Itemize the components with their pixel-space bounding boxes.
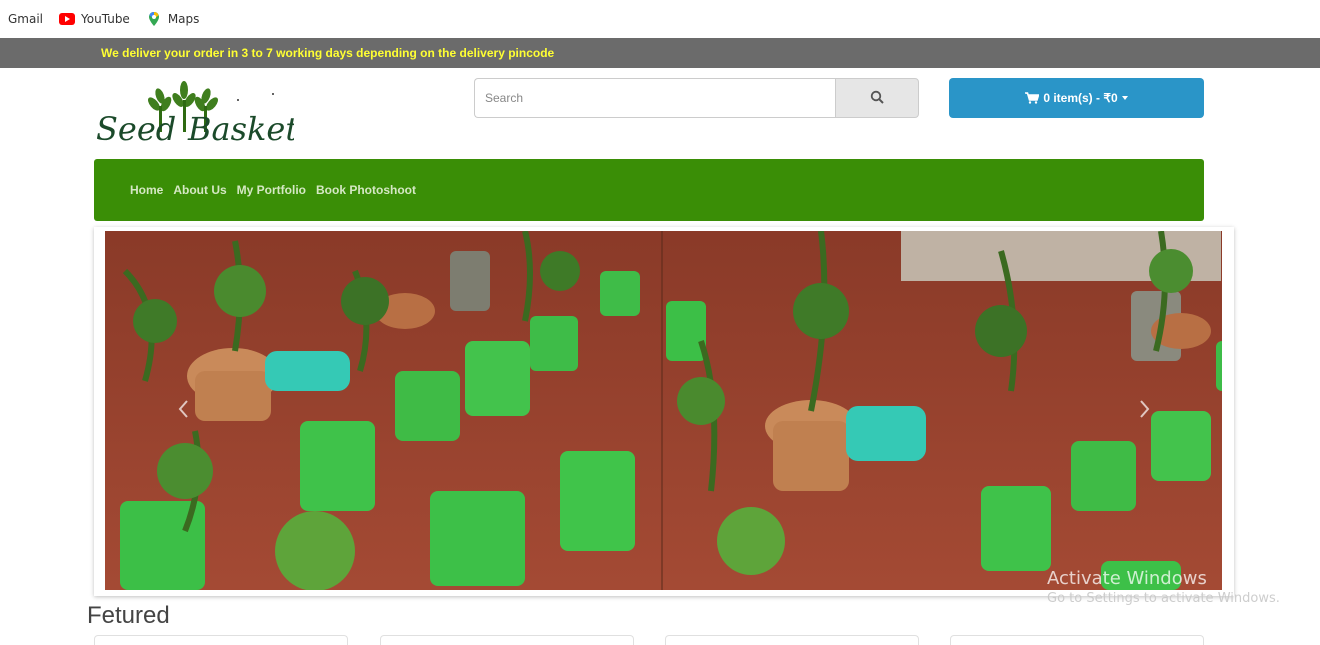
slider-image [105,231,1222,590]
decorative-dots [237,93,274,101]
main-nav: Home About Us My Portfolio Book Photosho… [94,159,1204,221]
product-card[interactable] [665,635,919,645]
cart-icon [1025,92,1040,104]
nav-item-book-photoshoot[interactable]: Book Photoshoot [316,183,416,197]
youtube-icon [59,11,76,27]
product-card[interactable] [950,635,1204,645]
search-button[interactable] [835,78,919,118]
product-card[interactable] [94,635,348,645]
search-icon [870,90,884,107]
nav-item-home[interactable]: Home [130,183,163,197]
cart-button[interactable]: 0 item(s) - ₹0 [949,78,1204,118]
section-title: Fetured [87,602,170,629]
search-bar [474,78,919,118]
bookmarks-bar: Gmail YouTube Maps [0,0,1320,38]
nav-item-about-us[interactable]: About Us [173,183,226,197]
bookmark-label: Maps [167,12,200,26]
product-card[interactable] [380,635,634,645]
logo-text-seed: Seed [96,110,176,148]
nav-item-my-portfolio[interactable]: My Portfolio [237,183,306,197]
maps-icon [146,11,162,27]
cart-label: 0 item(s) - ₹0 [1043,91,1118,105]
bookmark-youtube[interactable]: YouTube [59,11,130,27]
slider-next-arrow[interactable] [1134,397,1154,421]
announcement-text: We deliver your order in 3 to 7 working … [101,46,555,60]
image-slider [94,227,1234,596]
bookmark-label: YouTube [81,12,130,26]
bookmark-label: Gmail [8,12,44,26]
chevron-down-icon [1121,96,1128,100]
bookmark-gmail[interactable]: Gmail [8,12,43,26]
search-input[interactable] [474,78,835,118]
slider-prev-arrow[interactable] [174,397,194,421]
logo-text-basket: Basket [187,110,294,148]
bookmark-maps[interactable]: Maps [146,11,200,27]
site-logo[interactable]: Seed Basket [94,78,298,150]
announcement-bar: We deliver your order in 3 to 7 working … [0,38,1320,68]
